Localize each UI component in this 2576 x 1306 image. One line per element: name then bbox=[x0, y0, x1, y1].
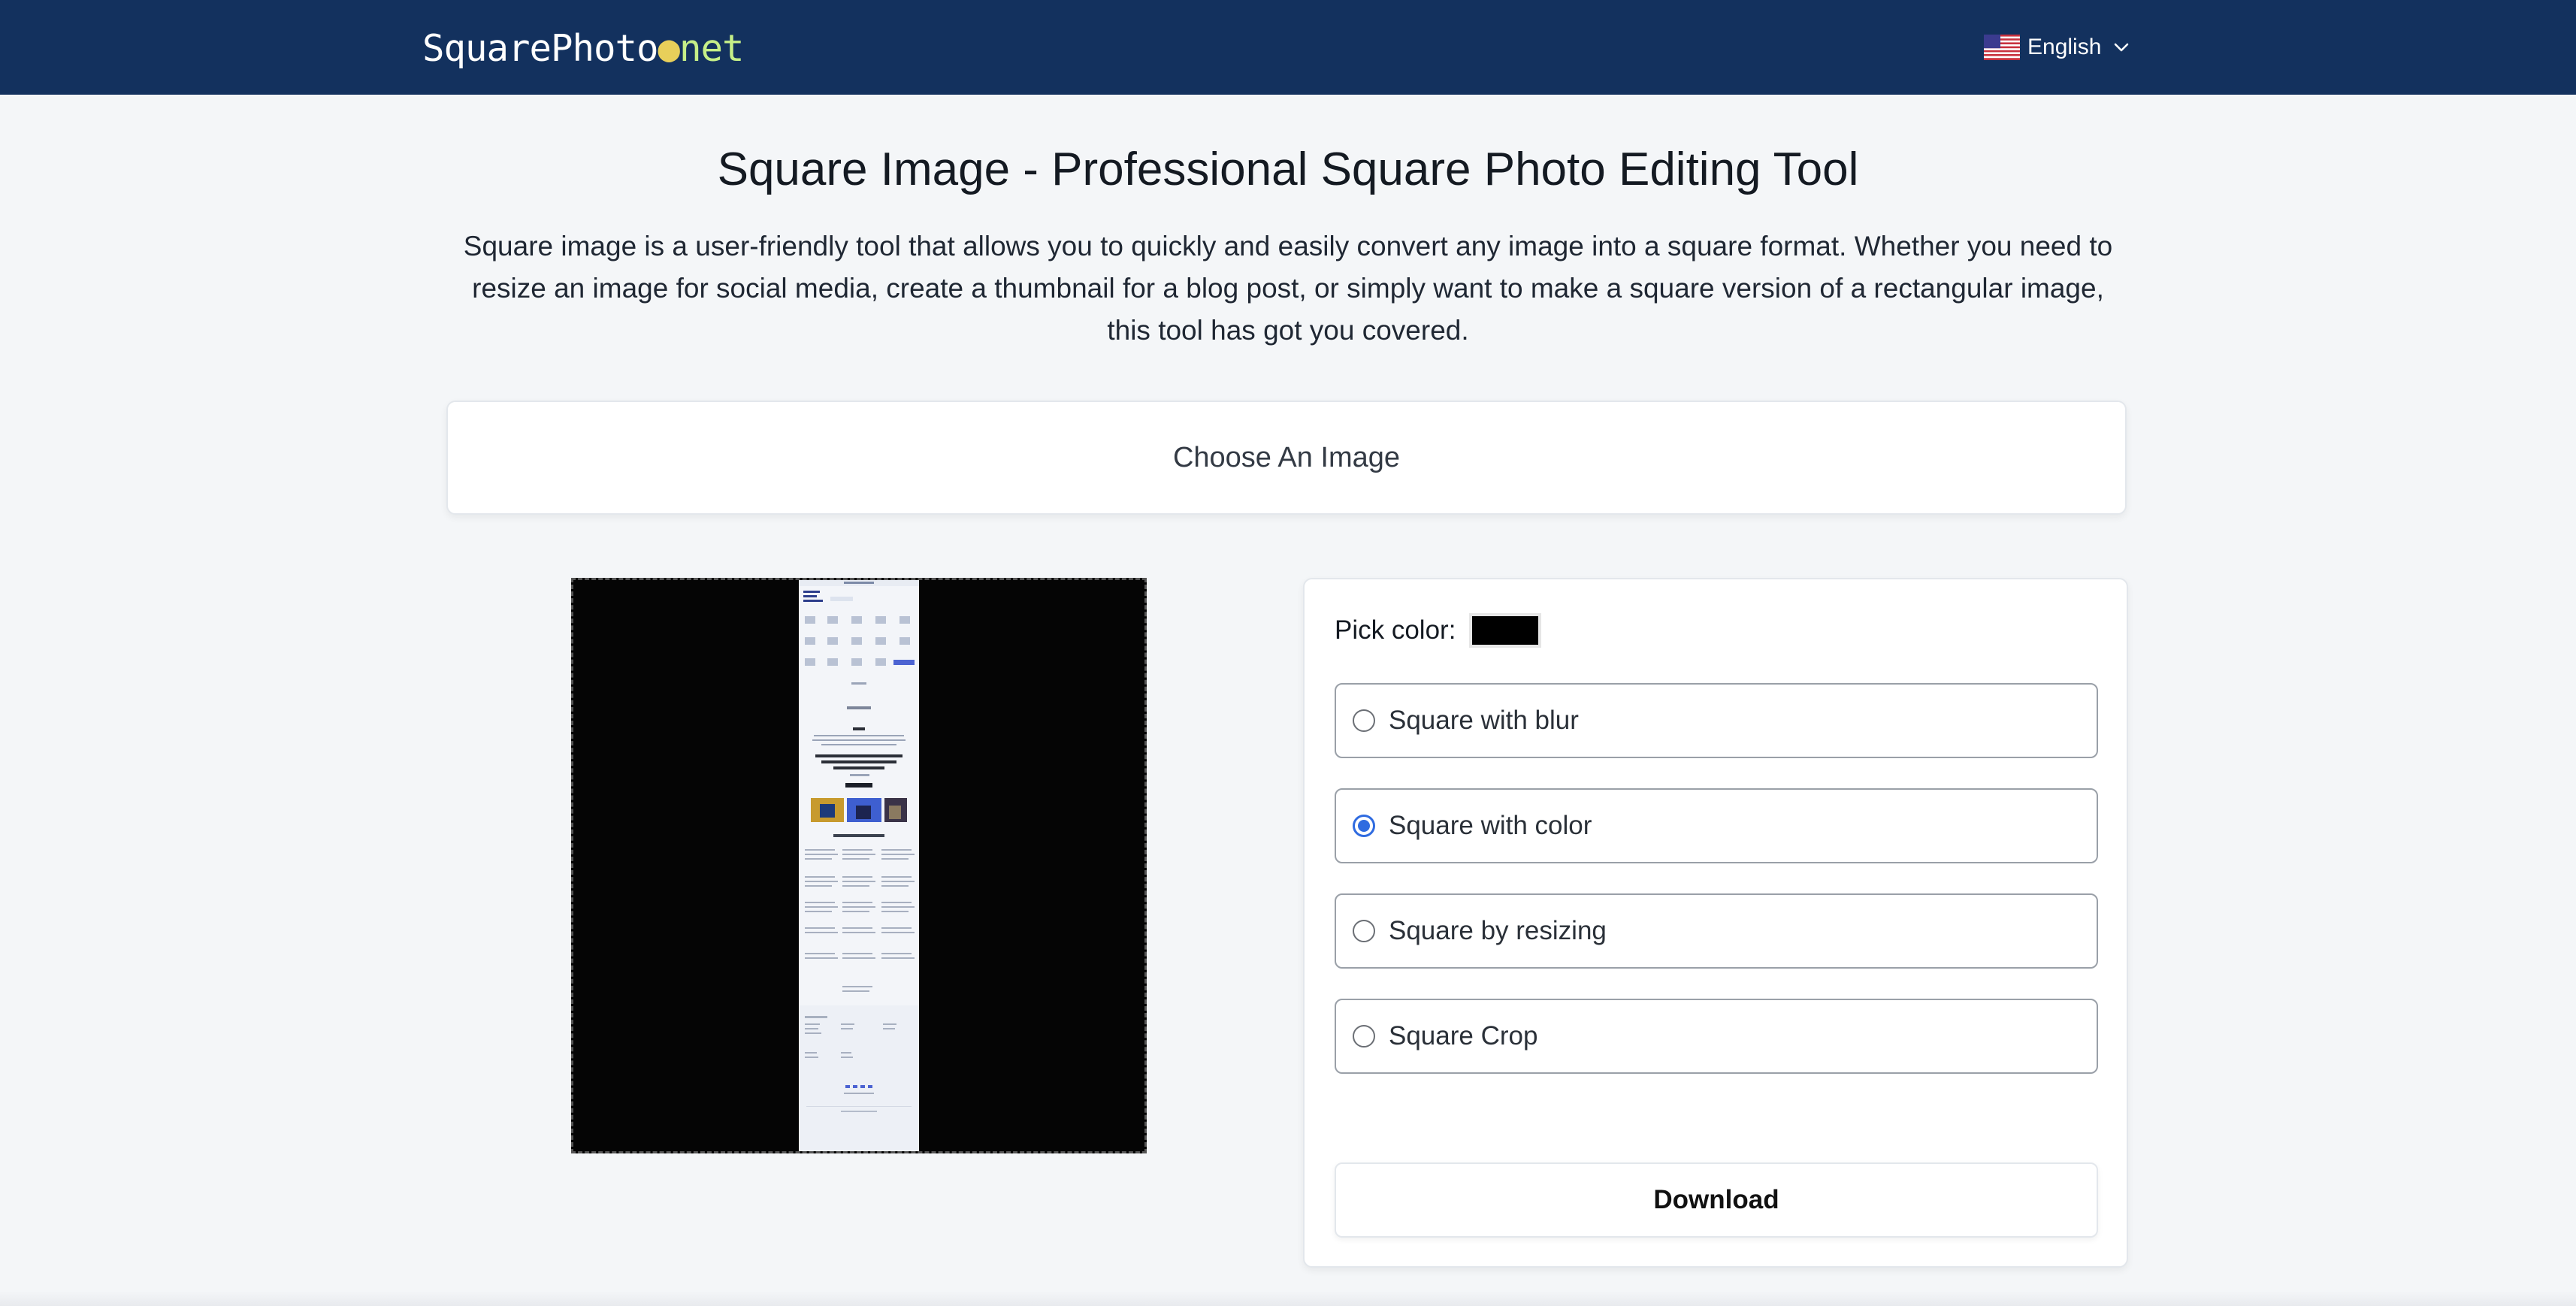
radio-button[interactable] bbox=[1353, 920, 1375, 942]
top-navbar: SquarePhoto●net English bbox=[0, 0, 2576, 95]
choose-image-button[interactable]: Choose An Image bbox=[446, 401, 2127, 515]
radio-button[interactable] bbox=[1353, 709, 1375, 732]
site-logo[interactable]: SquarePhoto●net bbox=[422, 24, 745, 74]
download-button[interactable]: Download bbox=[1335, 1162, 2098, 1238]
us-flag-icon bbox=[1984, 35, 2020, 60]
radio-button[interactable] bbox=[1353, 1025, 1375, 1048]
logo-tld: net bbox=[679, 27, 745, 70]
chevron-down-icon bbox=[2115, 43, 2129, 52]
option-label: Square with color bbox=[1389, 811, 1592, 840]
option-label: Square Crop bbox=[1389, 1021, 1538, 1051]
language-selector[interactable]: English bbox=[1984, 30, 2131, 65]
option-square-with-blur[interactable]: Square with blur bbox=[1335, 683, 2098, 758]
pick-color-label: Pick color: bbox=[1335, 615, 1456, 645]
option-square-crop[interactable]: Square Crop bbox=[1335, 999, 2098, 1074]
choose-image-label: Choose An Image bbox=[1172, 441, 1401, 473]
color-picker-swatch[interactable] bbox=[1469, 613, 1542, 648]
option-square-with-color[interactable]: Square with color bbox=[1335, 788, 2098, 863]
logo-dot: ● bbox=[658, 27, 680, 70]
image-preview bbox=[571, 578, 1147, 1153]
pick-color-row: Pick color: bbox=[1335, 611, 1542, 650]
uploaded-screenshot-thumbnail bbox=[799, 580, 919, 1151]
radio-button-selected[interactable] bbox=[1353, 815, 1375, 837]
options-panel: Pick color: Square with blur Square with… bbox=[1303, 578, 2128, 1268]
page-bottom-divider bbox=[0, 1291, 2576, 1306]
option-label: Square by resizing bbox=[1389, 916, 1607, 945]
language-label: English bbox=[2027, 35, 2102, 59]
option-label: Square with blur bbox=[1389, 706, 1579, 735]
page-title: Square Image - Professional Square Photo… bbox=[717, 144, 1859, 195]
download-label: Download bbox=[1653, 1185, 1779, 1214]
logo-name: SquarePhoto bbox=[422, 27, 659, 70]
page-description: Square image is a user-friendly tool tha… bbox=[463, 231, 2113, 346]
option-square-by-resizing[interactable]: Square by resizing bbox=[1335, 893, 2098, 969]
